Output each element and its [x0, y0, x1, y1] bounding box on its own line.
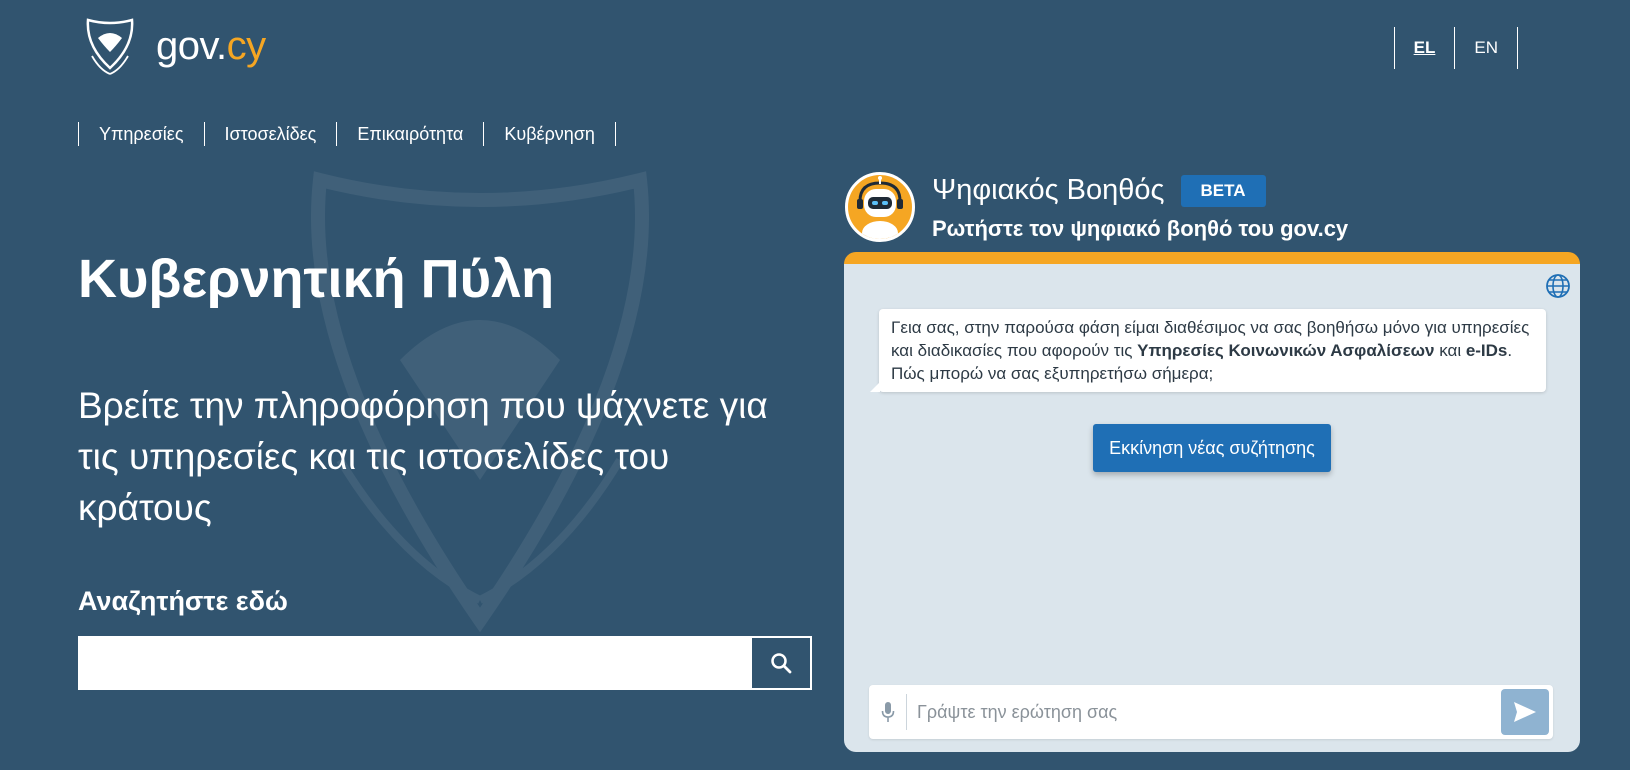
- message-bold-text: Υπηρεσίες Κοινωνικών Ασφαλίσεων: [1137, 341, 1435, 360]
- chat-input-row: [869, 685, 1553, 739]
- language-el-link[interactable]: EL: [1393, 27, 1455, 69]
- nav-item-websites[interactable]: Ιστοσελίδες: [203, 122, 337, 146]
- microphone-button[interactable]: [869, 694, 907, 730]
- message-text: και: [1434, 341, 1466, 360]
- robot-icon: [857, 176, 903, 239]
- page-title: Κυβερνητική Πύλη: [78, 249, 555, 309]
- chatbot-title: Ψηφιακός Βοηθός BETA: [932, 174, 1266, 207]
- nav-item-services[interactable]: Υπηρεσίες: [78, 122, 204, 146]
- bot-message: Γεια σας, στην παρούσα φάση είμαι διαθέσ…: [870, 309, 1546, 392]
- cyprus-emblem-icon: [86, 18, 134, 75]
- chatbot-subtitle: Ρωτήστε τον ψηφιακό βοηθό του gov.cy: [932, 216, 1349, 241]
- chatbot-avatar: [845, 172, 915, 242]
- chatbot-title-text: Ψηφιακός Βοηθός: [932, 174, 1165, 206]
- search-icon: [771, 653, 792, 674]
- page-subtitle: Βρείτε την πληροφόρηση που ψάχνετε για τ…: [78, 385, 768, 528]
- search-label: Αναζητήστε εδώ: [78, 586, 288, 616]
- search-box: [78, 636, 812, 690]
- beta-badge: BETA: [1180, 174, 1266, 207]
- language-en-link[interactable]: EN: [1454, 27, 1518, 69]
- message-bold-text: e-IDs: [1465, 341, 1508, 360]
- globe-icon[interactable]: [1544, 272, 1572, 300]
- send-button[interactable]: [1501, 689, 1549, 735]
- microphone-icon: [881, 702, 894, 722]
- main-nav: Υπηρεσίες Ιστοσελίδες Επικαιρότητα Κυβέρ…: [78, 122, 616, 146]
- chat-panel: Γεια σας, στην παρούσα φάση είμαι διαθέσ…: [844, 252, 1580, 752]
- language-switcher: EL EN: [1393, 27, 1518, 69]
- search-button[interactable]: [752, 638, 810, 688]
- search-input[interactable]: [80, 638, 752, 688]
- nav-item-news[interactable]: Επικαιρότητα: [336, 122, 483, 146]
- site-logo[interactable]: gov.cy: [82, 16, 266, 76]
- send-icon: [1514, 702, 1536, 722]
- logo-text: gov.cy: [156, 23, 266, 68]
- nav-item-government[interactable]: Κυβέρνηση: [483, 122, 616, 146]
- chat-input[interactable]: [907, 701, 1501, 723]
- new-chat-button[interactable]: Εκκίνηση νέας συζήτησης: [1093, 424, 1331, 472]
